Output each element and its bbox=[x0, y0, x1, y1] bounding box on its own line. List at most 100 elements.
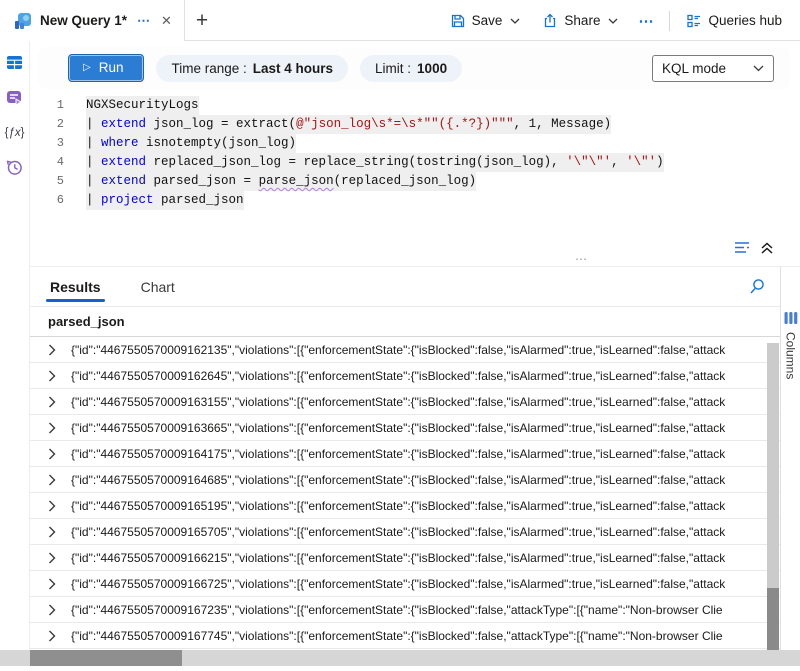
row-expand-icon[interactable] bbox=[48, 422, 56, 434]
horizontal-scrollbar[interactable] bbox=[0, 650, 800, 666]
row-expand-icon[interactable] bbox=[48, 526, 56, 538]
more-options-icon[interactable]: ⋯ bbox=[634, 12, 659, 30]
code-line[interactable]: 2 | extend json_log = extract(@"json_log\… bbox=[30, 115, 800, 134]
table-row[interactable]: {"id":"4467550570009162645","violations"… bbox=[30, 363, 780, 389]
query-mode-dropdown[interactable]: KQL mode bbox=[652, 55, 774, 82]
results-rows: {"id":"4467550570009162135","violations"… bbox=[30, 337, 780, 649]
limit-picker[interactable]: Limit : 1000 bbox=[360, 55, 462, 82]
row-expand-icon[interactable] bbox=[48, 396, 56, 408]
table-row[interactable]: {"id":"4467550570009164685","violations"… bbox=[30, 467, 780, 493]
columns-side-tab[interactable]: Columns bbox=[780, 267, 800, 650]
line-number: 3 bbox=[30, 134, 74, 153]
row-json-text: {"id":"4467550570009166215","violations"… bbox=[71, 551, 725, 565]
vertical-scrollbar[interactable] bbox=[767, 343, 779, 650]
run-button[interactable]: ▷ Run bbox=[68, 54, 144, 82]
table-row[interactable]: {"id":"4467550570009163665","violations"… bbox=[30, 415, 780, 441]
row-expand-icon[interactable] bbox=[48, 604, 56, 616]
share-label: Share bbox=[564, 13, 600, 28]
sidebar-item-history[interactable] bbox=[2, 154, 28, 181]
left-sidebar: {ƒx} bbox=[0, 41, 30, 650]
line-number: 5 bbox=[30, 172, 74, 191]
tab-more-icon[interactable]: ⋯ bbox=[137, 13, 151, 29]
table-row[interactable]: {"id":"4467550570009162135","violations"… bbox=[30, 337, 780, 363]
save-label: Save bbox=[472, 13, 503, 28]
search-icon bbox=[749, 278, 766, 295]
horizontal-scrollbar-thumb[interactable] bbox=[30, 650, 182, 666]
tab-results[interactable]: Results bbox=[48, 267, 103, 306]
columns-icon bbox=[784, 311, 798, 325]
code-text: | extend json_log = extract(@"json_log\s… bbox=[86, 115, 611, 134]
row-json-text: {"id":"4467550570009165705","violations"… bbox=[71, 525, 725, 539]
code-line[interactable]: 1NGXSecurityLogs bbox=[30, 96, 800, 115]
search-results-button[interactable] bbox=[749, 278, 766, 295]
queries-hub-button[interactable]: Queries hub bbox=[680, 9, 788, 33]
query-tab[interactable]: New Query 1* ⋯ ✕ bbox=[0, 0, 185, 41]
resize-dots-icon: ⋯ bbox=[575, 252, 588, 266]
chevron-down-icon bbox=[753, 65, 764, 72]
tab-chart-label: Chart bbox=[141, 279, 175, 295]
table-row[interactable]: {"id":"4467550570009166725","violations"… bbox=[30, 571, 780, 597]
tab-chart[interactable]: Chart bbox=[139, 267, 177, 306]
script-run-icon bbox=[6, 90, 23, 106]
row-expand-icon[interactable] bbox=[48, 344, 56, 356]
time-range-value: Last 4 hours bbox=[253, 61, 333, 76]
table-row[interactable]: {"id":"4467550570009167235","violations"… bbox=[30, 597, 780, 623]
table-row[interactable]: {"id":"4467550570009163155","violations"… bbox=[30, 389, 780, 415]
column-header-label: parsed_json bbox=[48, 314, 125, 329]
chevron-down-icon bbox=[510, 18, 520, 24]
table-row[interactable]: {"id":"4467550570009166215","violations"… bbox=[30, 545, 780, 571]
line-number: 2 bbox=[30, 115, 74, 134]
time-range-picker[interactable]: Time range : Last 4 hours bbox=[156, 55, 348, 82]
new-tab-button[interactable]: + bbox=[185, 0, 219, 41]
tab-title: New Query 1* bbox=[40, 13, 127, 28]
row-expand-icon[interactable] bbox=[48, 500, 56, 512]
query-toolbar: ▷ Run Time range : Last 4 hours Limit : … bbox=[38, 47, 790, 89]
code-text: | where isnotempty(json_log) bbox=[86, 134, 296, 153]
collapse-editor-icon[interactable] bbox=[760, 241, 774, 255]
code-line[interactable]: 5| extend parsed_json = parse_json(repla… bbox=[30, 172, 800, 191]
table-icon bbox=[6, 55, 23, 70]
save-button[interactable]: Save bbox=[444, 9, 527, 33]
tab-results-label: Results bbox=[50, 279, 101, 295]
row-expand-icon[interactable] bbox=[48, 552, 56, 564]
code-line[interactable]: 4| extend replaced_json_log = replace_st… bbox=[30, 153, 800, 172]
row-expand-icon[interactable] bbox=[48, 630, 56, 642]
row-expand-icon[interactable] bbox=[48, 474, 56, 486]
share-button[interactable]: Share bbox=[536, 9, 624, 33]
format-lines-icon[interactable] bbox=[734, 241, 752, 255]
columns-label: Columns bbox=[784, 332, 798, 379]
time-range-label: Time range : bbox=[171, 61, 246, 76]
query-editor[interactable]: 1NGXSecurityLogs2 | extend json_log = ext… bbox=[30, 89, 800, 210]
line-number: 1 bbox=[30, 96, 74, 115]
queries-hub-label: Queries hub bbox=[708, 13, 782, 28]
limit-label: Limit : bbox=[375, 61, 411, 76]
run-label: Run bbox=[99, 60, 124, 75]
table-row[interactable]: {"id":"4467550570009165705","violations"… bbox=[30, 519, 780, 545]
table-row[interactable]: {"id":"4467550570009167745","violations"… bbox=[30, 623, 780, 649]
row-json-text: {"id":"4467550570009162645","violations"… bbox=[71, 369, 725, 383]
vertical-scrollbar-thumb[interactable] bbox=[767, 588, 779, 650]
table-row[interactable]: {"id":"4467550570009165195","violations"… bbox=[30, 493, 780, 519]
sidebar-item-tables[interactable] bbox=[2, 49, 28, 76]
column-header-parsed-json[interactable]: parsed_json bbox=[30, 307, 780, 337]
sidebar-item-functions[interactable]: {ƒx} bbox=[2, 119, 28, 146]
code-line[interactable]: 3 | where isnotempty(json_log) bbox=[30, 134, 800, 153]
tab-close-icon[interactable]: ✕ bbox=[161, 13, 172, 29]
row-expand-icon[interactable] bbox=[48, 448, 56, 460]
code-text: | project parsed_json bbox=[86, 191, 244, 210]
row-expand-icon[interactable] bbox=[48, 578, 56, 590]
queries-hub-icon bbox=[686, 13, 702, 29]
row-json-text: {"id":"4467550570009167235","violations"… bbox=[71, 603, 723, 617]
code-line[interactable]: 6 | project parsed_json bbox=[30, 191, 800, 210]
panel-resize-handle[interactable]: ⋯ bbox=[30, 256, 800, 266]
row-json-text: {"id":"4467550570009166725","violations"… bbox=[71, 577, 725, 591]
row-json-text: {"id":"4467550570009167745","violations"… bbox=[71, 629, 723, 643]
line-number: 6 bbox=[30, 191, 74, 210]
limit-value: 1000 bbox=[417, 61, 447, 76]
line-number: 4 bbox=[30, 153, 74, 172]
table-row[interactable]: {"id":"4467550570009164175","violations"… bbox=[30, 441, 780, 467]
top-actions: Save Share ⋯ bbox=[444, 0, 800, 41]
sidebar-item-saved-scripts[interactable] bbox=[2, 84, 28, 111]
query-app-icon bbox=[14, 12, 32, 30]
row-expand-icon[interactable] bbox=[48, 370, 56, 382]
